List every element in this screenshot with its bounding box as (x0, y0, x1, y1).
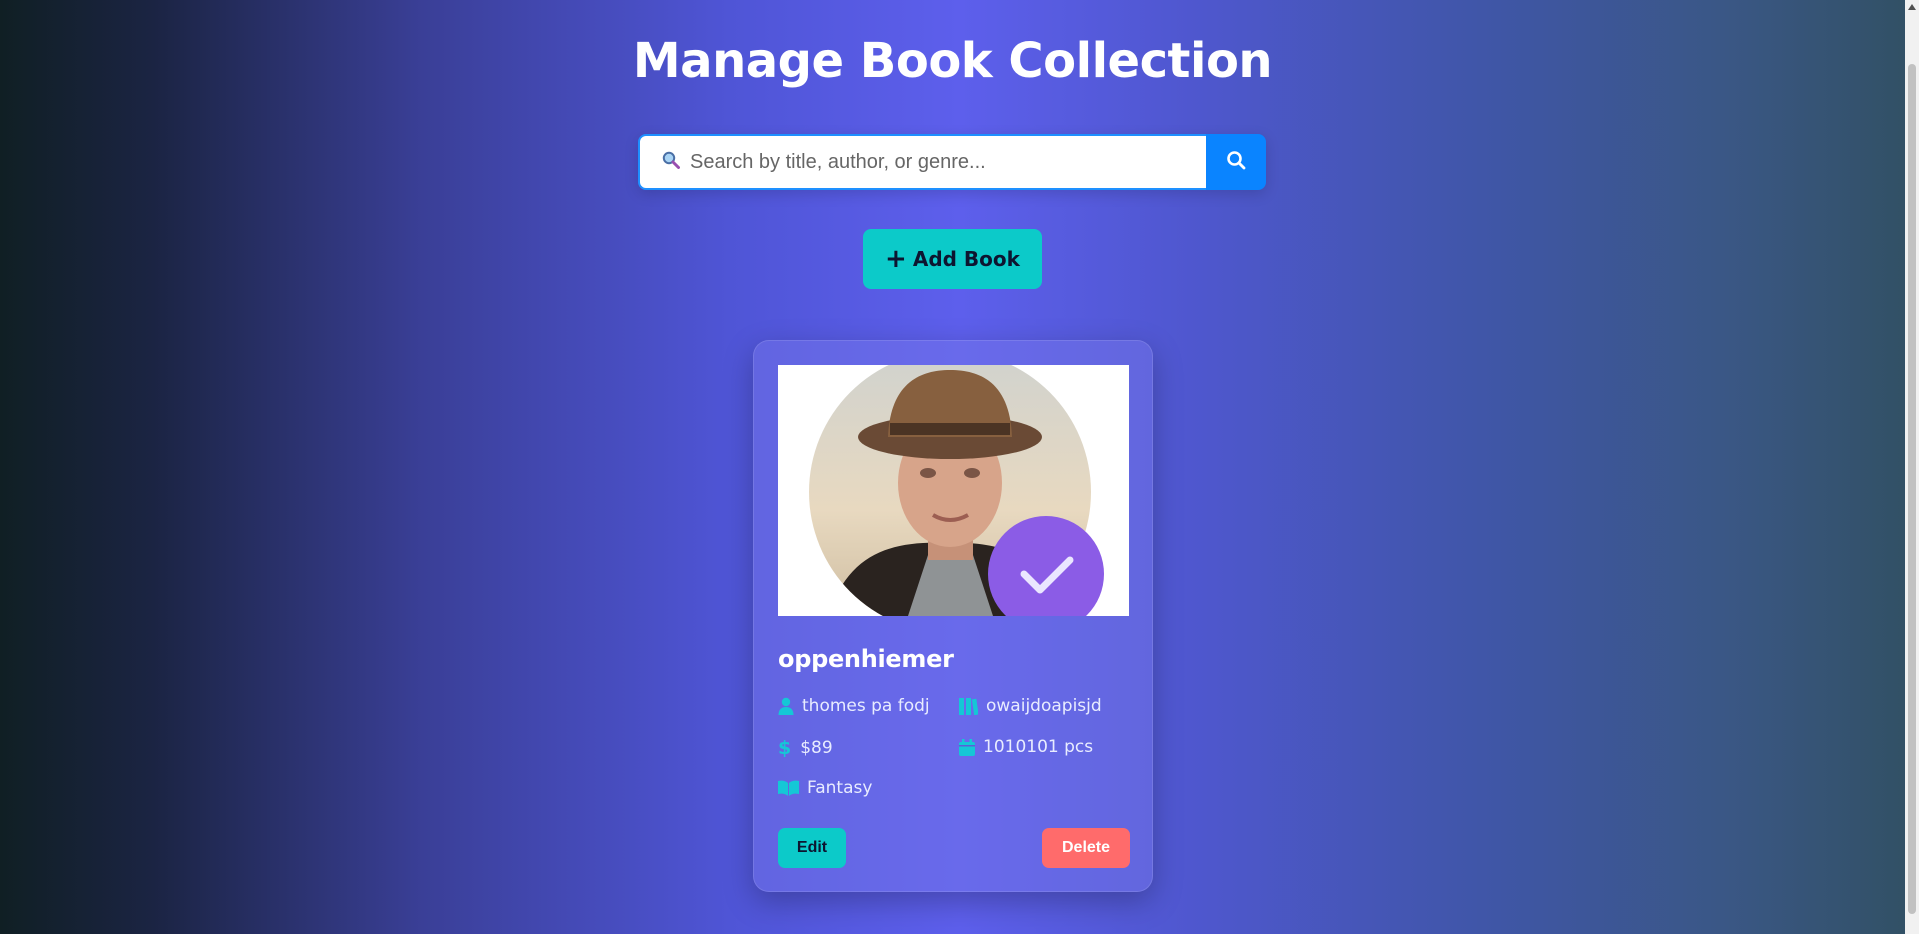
vertical-scrollbar[interactable] (1905, 0, 1919, 934)
book-price: $ $89 (778, 737, 833, 759)
search-field-container[interactable] (638, 134, 1206, 190)
dollar-icon: $ (778, 737, 792, 759)
publisher-text: owaijdoapisjd (986, 696, 1102, 716)
stock-text: 1010101 pcs (983, 737, 1094, 757)
book-card: oppenhiemer thomes pa fodj owaijdoapisjd (753, 340, 1153, 892)
search-bar (638, 134, 1266, 190)
book-title: oppenhiemer (778, 645, 954, 673)
edit-button[interactable]: Edit (778, 828, 846, 868)
price-text: $89 (800, 738, 833, 758)
search-icon (1226, 150, 1246, 174)
genre-text: Fantasy (807, 778, 873, 798)
author-text: thomes pa fodj (802, 696, 930, 716)
add-book-label: Add Book (912, 247, 1020, 271)
book-publisher: owaijdoapisjd (959, 696, 1102, 716)
books-icon (959, 697, 978, 715)
book-stock: 1010101 pcs (959, 737, 1093, 757)
magnifier-icon (662, 150, 680, 174)
user-icon (778, 697, 794, 715)
book-cover-image (778, 365, 1129, 616)
book-genre: Fantasy (778, 778, 872, 798)
delete-button[interactable]: Delete (1042, 828, 1130, 868)
search-button[interactable] (1206, 134, 1266, 190)
scrollbar-thumb[interactable] (1908, 64, 1916, 914)
plus-icon: + (885, 244, 907, 274)
page: Manage Book Collection + Add Book (0, 0, 1905, 934)
page-title: Manage Book Collection (632, 33, 1273, 89)
scroll-up-arrow-icon[interactable] (1908, 4, 1916, 10)
calendar-icon (959, 738, 975, 756)
book-author: thomes pa fodj (778, 696, 930, 716)
add-book-button[interactable]: + Add Book (863, 229, 1042, 289)
search-input[interactable] (688, 149, 1192, 175)
open-book-icon (778, 780, 799, 796)
